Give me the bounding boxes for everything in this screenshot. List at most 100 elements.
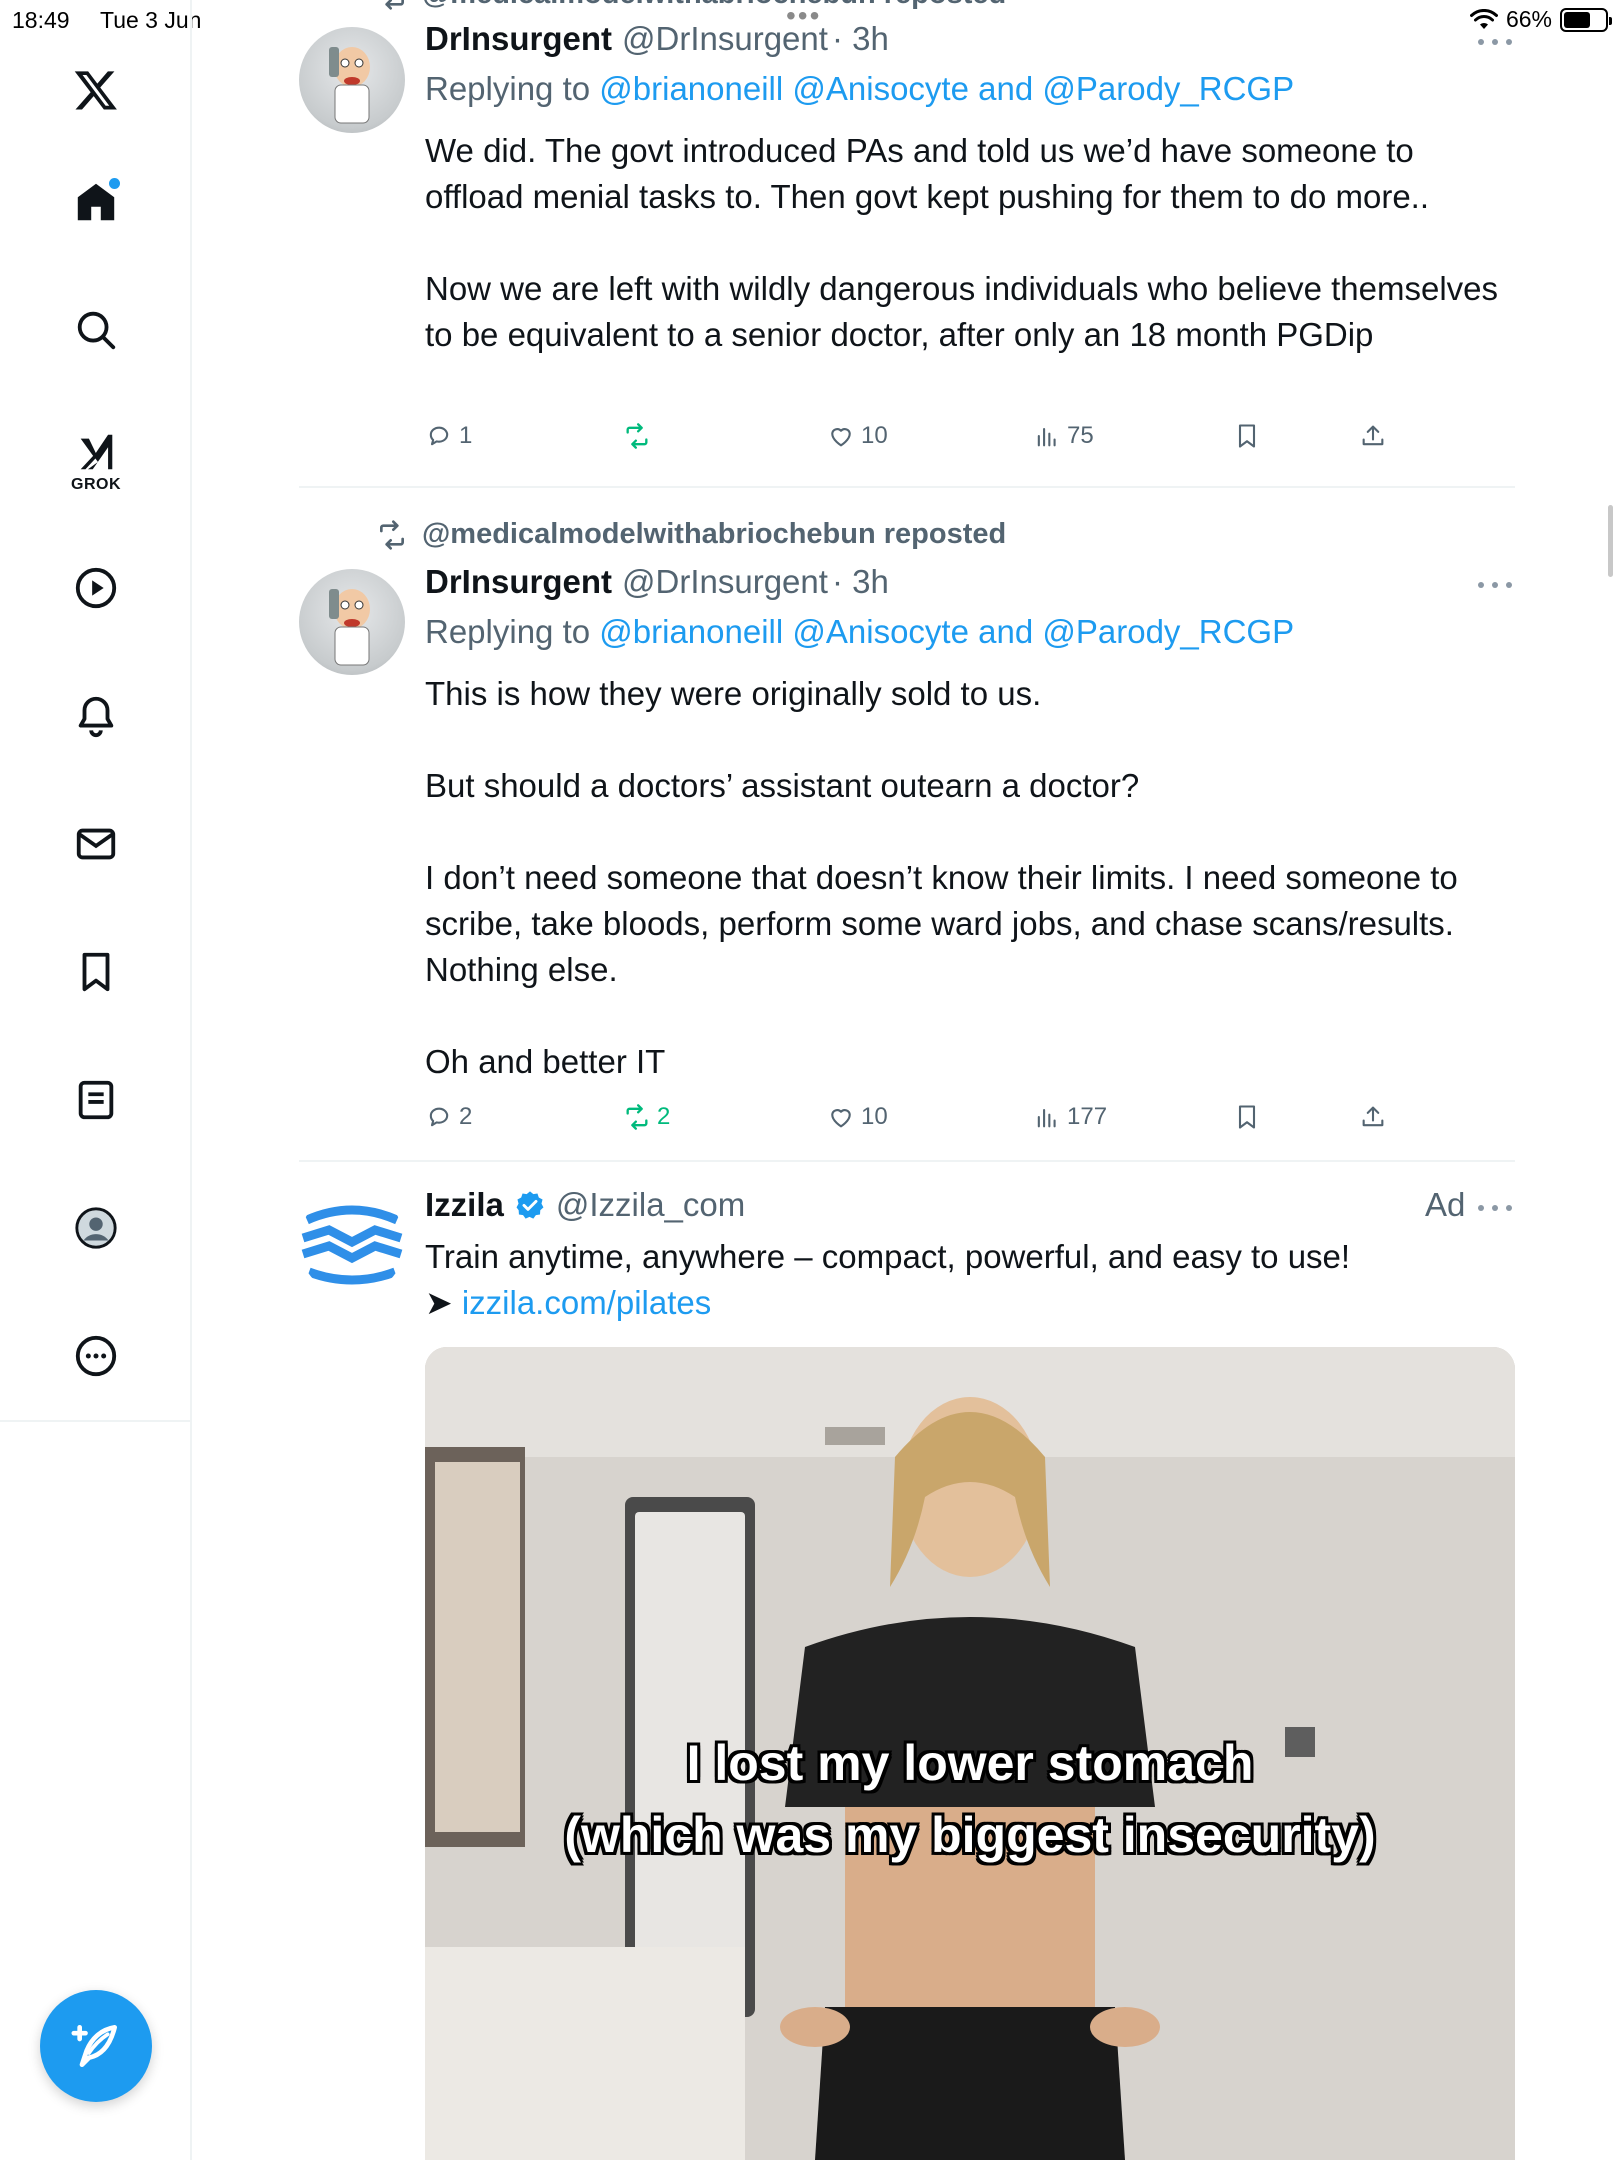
battery-fill (1564, 11, 1591, 28)
avatar[interactable] (299, 569, 405, 675)
share-icon (1362, 425, 1384, 446)
sidebar-item-bookmarks[interactable] (64, 940, 128, 1004)
wifi-icon (1469, 8, 1498, 29)
heart-icon (831, 428, 851, 447)
sidebar-item-explore[interactable] (64, 298, 128, 362)
tweet-actions: 2 2 10 177 (425, 1103, 1425, 1143)
play-icon (75, 567, 117, 609)
izzila-logo-icon (300, 1191, 404, 1295)
bookmark-button[interactable] (1233, 1103, 1261, 1131)
share-button[interactable] (1359, 422, 1387, 450)
divider (299, 486, 1515, 488)
repost-button[interactable] (623, 422, 657, 450)
x-logo-icon[interactable] (64, 58, 128, 122)
ad-link[interactable]: izzila.com/pilates (462, 1284, 711, 1321)
sidebar-divider (0, 1420, 192, 1422)
more-options-icon[interactable] (1478, 1198, 1512, 1218)
repost-icon (385, 0, 404, 10)
video-caption-line2: (which was my biggest insecurity) (564, 1807, 1376, 1863)
tweet-text: Train anytime, anywhere – compact, power… (425, 1238, 1351, 1321)
avatar[interactable] (299, 27, 405, 133)
display-name[interactable]: Izzila (425, 1186, 504, 1224)
share-icon (1362, 1106, 1384, 1127)
repost-button[interactable]: 2 (623, 1103, 670, 1131)
sidebar-item-notifications[interactable] (64, 684, 128, 748)
scrollbar[interactable] (1608, 505, 1613, 577)
display-name[interactable]: DrInsurgent (425, 20, 612, 58)
tweet-header: DrInsurgent @DrInsurgent · 3h (425, 20, 889, 58)
bookmark-icon (1238, 424, 1256, 448)
handle[interactable]: @DrInsurgent (622, 563, 828, 601)
tweet-text: We did. The govt introduced PAs and told… (425, 132, 1499, 353)
status-right: 66% (1469, 6, 1612, 33)
replying-to: Replying to @brianoneill @Anisocyte and … (425, 613, 1295, 650)
compose-icon (71, 2025, 117, 2067)
repost-label: @medicalmodelwithabriochebun reposted (376, 518, 1006, 551)
timestamp[interactable]: · 3h (832, 20, 889, 58)
sidebar-item-profile[interactable] (64, 1196, 128, 1260)
tweet-actions: 1 10 75 (425, 422, 1425, 462)
analytics-icon (1037, 1108, 1056, 1128)
grok-icon (80, 434, 113, 470)
share-button[interactable] (1359, 1103, 1387, 1131)
ad-label: Ad (1425, 1186, 1466, 1223)
doctor-cartoon-avatar (329, 589, 370, 666)
tweet-header: Izzila @Izzila_com (425, 1186, 745, 1224)
mail-icon (76, 828, 116, 860)
views-button[interactable]: 177 (1033, 1103, 1107, 1131)
timestamp[interactable]: · 3h (832, 563, 889, 601)
reply-button[interactable]: 1 (425, 422, 472, 450)
display-name[interactable]: DrInsurgent (425, 563, 612, 601)
more-icon (75, 1335, 117, 1377)
sidebar-item-messages[interactable] (64, 812, 128, 876)
reply-icon (429, 1107, 449, 1127)
sidebar-item-grok[interactable]: GROK (64, 420, 128, 493)
battery-icon (1560, 7, 1612, 32)
views-button[interactable]: 75 (1033, 422, 1094, 450)
compose-button[interactable] (40, 1990, 152, 2102)
notification-dot (109, 178, 120, 189)
bookmark-button[interactable] (1233, 422, 1261, 450)
tweet-text: This is how they were originally sold to… (425, 675, 1458, 1080)
handle[interactable]: @DrInsurgent (622, 20, 828, 58)
repost-icon (626, 1104, 648, 1130)
sidebar-item-home[interactable] (64, 170, 128, 234)
reply-user-link[interactable]: @Parody_RCGP (1042, 613, 1294, 650)
analytics-icon (1037, 427, 1056, 447)
bookmark-icon (82, 952, 110, 992)
profile-icon (75, 1207, 117, 1249)
battery-percent: 66% (1505, 6, 1552, 32)
handle[interactable]: @Izzila_com (556, 1186, 745, 1224)
tweet-header: DrInsurgent @DrInsurgent · 3h (425, 563, 889, 601)
grok-label: GROK (71, 476, 121, 493)
avatar[interactable] (299, 1190, 405, 1296)
reply-icon (429, 426, 449, 446)
divider (299, 1160, 1515, 1162)
doctor-cartoon-avatar (329, 47, 370, 124)
sidebar-item-video[interactable] (64, 556, 128, 620)
like-button[interactable]: 10 (827, 422, 888, 450)
like-button[interactable]: 10 (827, 1103, 888, 1131)
more-options-icon[interactable] (1478, 575, 1512, 595)
sidebar-item-articles[interactable] (64, 1068, 128, 1132)
replying-to: Replying to @brianoneill @Anisocyte and … (425, 70, 1295, 107)
bookmark-icon (1238, 1105, 1256, 1129)
notes-icon (78, 1080, 114, 1120)
bell-icon (78, 696, 114, 738)
repost-icon (626, 423, 648, 449)
repost-icon (380, 519, 404, 550)
heart-icon (831, 1109, 851, 1128)
arrow-glyph: ➤ (425, 1284, 453, 1321)
reply-users-link[interactable]: @brianoneill @Anisocyte (599, 613, 969, 650)
video-caption-line1: I lost my lower stomach (686, 1735, 1254, 1791)
sidebar: GROK (0, 0, 192, 2160)
repost-label-partial: @medicalmodelwithabriochebun reposted (376, 0, 1006, 11)
sidebar-item-more[interactable] (64, 1324, 128, 1388)
ad-video[interactable]: I lost my lower stomach (which was my bi… (425, 1347, 1515, 2160)
reply-button[interactable]: 2 (425, 1103, 472, 1131)
reply-user-link[interactable]: @Parody_RCGP (1042, 70, 1294, 107)
more-options-icon[interactable] (1478, 32, 1512, 52)
search-icon (77, 311, 116, 350)
reply-users-link[interactable]: @brianoneill @Anisocyte (599, 70, 969, 107)
verified-badge-icon (516, 1191, 544, 1219)
